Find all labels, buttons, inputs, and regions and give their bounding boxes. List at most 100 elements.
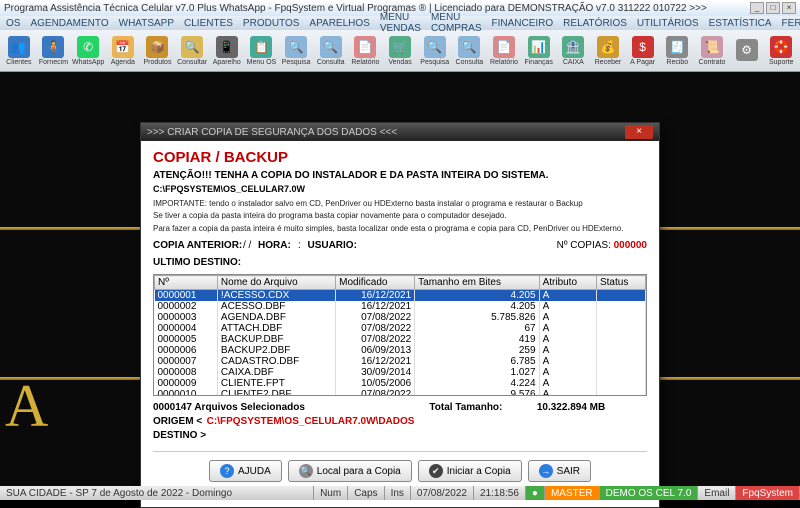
table-row[interactable]: 0000010CLIENTE2.DBF07/08/20229.576A [155,389,646,396]
col-header[interactable]: Modificado [336,276,415,290]
toolbar-icon: $ [632,36,654,58]
col-header[interactable]: Atributo [539,276,596,290]
toolbar-caixa[interactable]: 🏦CAIXA [557,32,591,70]
toolbar-icon: 📊 [528,36,550,58]
toolbar-icon: 🏦 [562,36,584,58]
table-row[interactable]: 0000002ACESSO.DBF16/12/20214.205A [155,301,646,312]
toolbar-label: Produtos [143,59,171,66]
menu-relatorios[interactable]: RELATÓRIOS [563,18,627,29]
backup-heading: COPIAR / BACKUP [153,149,647,166]
modal-title-bar: >>> CRIAR COPIA DE SEGURANÇA DOS DADOS <… [141,123,659,141]
help-button[interactable]: ?AJUDA [209,460,282,482]
menu-estatistica[interactable]: ESTATÍSTICA [709,18,772,29]
toolbar-label: Fornecim [39,59,68,66]
toolbar-icon: 📜 [701,36,723,58]
toolbar-aparelho[interactable]: 📱Aparelho [210,32,244,70]
table-row[interactable]: 0000008CAIXA.DBF30/09/20141.027A [155,367,646,378]
toolbar-pesquisa[interactable]: 🔍Pesquisa [279,32,313,70]
toolbar-icon: 📄 [493,36,515,58]
toolbar-icon: 🧍 [42,36,64,58]
menu-ferramentas[interactable]: FERRAMENTAS [782,18,800,29]
table-row[interactable]: 0000001!ACESSO.CDX16/12/20214.205A [155,290,646,302]
status-date: 07/08/2022 [411,486,474,500]
toolbar-a pagar[interactable]: $A Pagar [626,32,660,70]
status-bar: SUA CIDADE - SP 7 de Agosto de 2022 - Do… [0,486,800,500]
col-header[interactable]: Nome do Arquivo [217,276,335,290]
toolbar-fornecim[interactable]: 🧍Fornecim [37,32,71,70]
toolbar-relatório[interactable]: 📄Relatório [487,32,521,70]
toolbar-receber[interactable]: 💰Receber [591,32,625,70]
status-location: SUA CIDADE - SP 7 de Agosto de 2022 - Do… [0,486,314,500]
start-copy-button[interactable]: ✔Iniciar a Copia [418,460,522,482]
table-row[interactable]: 0000007CADASTRO.DBF16/12/20216.785A [155,356,646,367]
table-row[interactable]: 0000009CLIENTE.FPT10/05/20064.224A [155,378,646,389]
menu-produtos[interactable]: PRODUTOS [243,18,300,29]
toolbar-whatsapp[interactable]: ✆WhatsApp [71,32,105,70]
toolbar-consultar[interactable]: 🔍Consultar [175,32,209,70]
toolbar-label: Clientes [6,59,31,66]
toolbar-label: Receber [595,59,621,66]
toolbar-suporte[interactable]: 🛟Suporte [764,32,798,70]
col-header[interactable]: Tamanho em Bites [415,276,539,290]
toolbar-agenda[interactable]: 📅Agenda [106,32,140,70]
toolbar-icon: ⚙ [736,39,758,61]
toolbar-icon: 🔍 [181,36,203,58]
window-title: Programa Assistência Técnica Celular v7.… [4,3,707,14]
toolbar-pesquisa[interactable]: 🔍Pesquisa [418,32,452,70]
close-button[interactable]: × [782,2,796,14]
toolbar-icon: 🛟 [770,36,792,58]
exit-button[interactable]: →SAIR [528,460,591,482]
toolbar-vendas[interactable]: 🛒Vendas [383,32,417,70]
toolbar-label: A Pagar [630,59,655,66]
status-email[interactable]: Email [698,486,736,500]
summary-row: 0000147 Arquivos Selecionados Total Tama… [153,402,647,413]
toolbar-finanças[interactable]: 📊Finanças [522,32,556,70]
status-indicator: ● [526,486,545,500]
modal-close-button[interactable]: × [625,125,653,139]
menu-aparelhos[interactable]: APARELHOS [309,18,369,29]
minimize-button[interactable]: _ [750,2,764,14]
toolbar-label: Consultar [177,59,207,66]
file-grid[interactable]: NºNome do ArquivoModificadoTamanho em Bi… [153,274,647,396]
button-row: ?AJUDA 🔍Local para a Copia ✔Iniciar a Co… [153,451,647,482]
toolbar-label: Aparelho [213,59,241,66]
toolbar-consulta[interactable]: 🔍Consulta [314,32,348,70]
toolbar-consulta[interactable]: 🔍Consulta [453,32,487,70]
table-row[interactable]: 0000005BACKUP.DBF07/08/2022419A [155,334,646,345]
maximize-button[interactable]: □ [766,2,780,14]
window-controls: _ □ × [750,2,796,14]
table-row[interactable]: 0000006BACKUP2.DBF06/09/2013259A [155,345,646,356]
backup-modal: >>> CRIAR COPIA DE SEGURANÇA DOS DADOS <… [140,122,660,508]
toolbar-icon: 📅 [112,36,134,58]
toolbar-icon: 📋 [250,36,272,58]
table-row[interactable]: 0000003AGENDA.DBF07/08/20225.785.826A [155,312,646,323]
status-demo: DEMO OS CEL 7.0 [600,486,699,500]
toolbar-produtos[interactable]: 📦Produtos [141,32,175,70]
toolbar-label: Consulta [456,59,484,66]
menu-clientes[interactable]: CLIENTES [184,18,233,29]
menu-whatsapp[interactable]: WHATSAPP [119,18,174,29]
toolbar-contrato[interactable]: 📜Contrato [695,32,729,70]
toolbar-label: WhatsApp [72,59,104,66]
choose-location-button[interactable]: 🔍Local para a Copia [288,460,412,482]
status-master: MASTER [545,486,600,500]
col-header[interactable]: Status [596,276,645,290]
status-ins: Ins [385,486,411,500]
col-header[interactable]: Nº [155,276,218,290]
menu-utilitarios[interactable]: UTILITÁRIOS [637,18,699,29]
status-fpq[interactable]: FpqSystem [736,486,800,500]
origin-row: ORIGEM < C:\FPQSYSTEM\OS_CELULAR7.0W\DAD… [153,416,647,427]
toolbar-relatório[interactable]: 📄Relatório [349,32,383,70]
menu-agendamento[interactable]: AGENDAMENTO [30,18,108,29]
menu-financeiro[interactable]: FINANCEIRO [492,18,554,29]
status-caps: Caps [348,486,384,500]
table-row[interactable]: 0000004ATTACH.DBF07/08/202267A [155,323,646,334]
toolbar-label: Contrato [699,59,726,66]
toolbar-label: Agenda [111,59,135,66]
toolbar-menu os[interactable]: 📋Menu OS [245,32,279,70]
toolbar-btn21[interactable]: ⚙ [730,32,764,70]
toolbar-clientes[interactable]: 👥Clientes [2,32,36,70]
menu-os[interactable]: OS [6,18,20,29]
toolbar-recibo[interactable]: 🧾Recibo [660,32,694,70]
toolbar-icon: 🛒 [389,36,411,58]
